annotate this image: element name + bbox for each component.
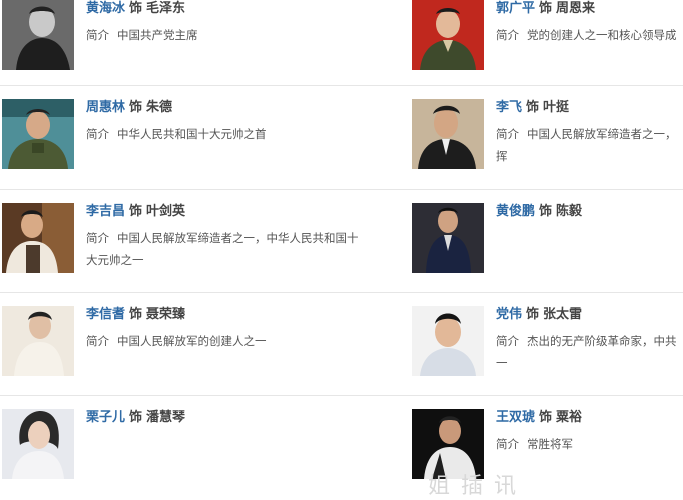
as-label: 饰	[129, 307, 143, 322]
intro-label: 简介	[496, 28, 519, 42]
cast-card[interactable]: 李吉昌饰叶剑英 简介 中国人民解放军缔造者之一，中华人民共和国十大元帅之一	[2, 189, 407, 292]
role-name: 聂荣臻	[146, 307, 186, 322]
role-name: 毛泽东	[146, 1, 186, 16]
role-name: 张太雷	[543, 307, 583, 322]
intro-text-cont: 一	[496, 356, 508, 370]
role-name: 朱德	[146, 100, 173, 115]
cast-row: 李吉昌饰叶剑英 简介 中国人民解放军缔造者之一，中华人民共和国十 大元帅之一 黄俊鹏…	[0, 189, 683, 293]
cast-card[interactable]: 黄海冰饰毛泽东 简介 中国共产党主席	[2, 0, 407, 85]
intro: 简介 中国人民解放军缔造者之一，中华人民共和国十大元帅之一	[86, 227, 407, 271]
intro-text: 中国人民解放军缔造者之一，	[527, 127, 677, 141]
actor-photo[interactable]	[2, 0, 74, 70]
intro-label: 简介	[496, 334, 519, 348]
intro: 简介 杰出的无产阶级革命家，中共一	[496, 330, 683, 374]
role-name: 周恩来	[556, 1, 596, 16]
role-name: 陈毅	[556, 204, 583, 219]
cast-row: 黄海冰饰毛泽东 简介 中国共产党主席 郭广平饰周恩来 简介 党的创建人之一和核心领导…	[0, 0, 683, 86]
actor-name[interactable]: 党伟	[496, 307, 522, 322]
actor-photo[interactable]	[2, 203, 74, 273]
actor-photo[interactable]	[2, 306, 74, 376]
as-label: 饰	[129, 410, 143, 425]
intro-text: 中国共产党主席	[117, 28, 198, 42]
as-label: 饰	[129, 204, 143, 219]
actor-photo[interactable]	[2, 99, 74, 169]
intro-text: 中国人民解放军缔造者之一，中华人民共和国十	[117, 231, 359, 245]
as-label: 饰	[539, 1, 553, 16]
intro: 简介 中国人民解放军缔造者之一， 挥	[496, 123, 683, 167]
actor-photo[interactable]	[412, 0, 484, 70]
intro-label: 简介	[86, 231, 109, 245]
intro-label: 简介	[86, 334, 109, 348]
cast-card[interactable]: 李信耆饰聂荣臻 简介 中国人民解放军的创建人之一	[2, 292, 407, 395]
intro: 简介 中国共产党主席	[86, 24, 407, 46]
watermark: 姐 插 讯	[428, 474, 518, 499]
intro: 简介 党的创建人之一和核心领导成	[496, 24, 683, 46]
as-label: 饰	[539, 204, 553, 219]
intro-label: 简介	[86, 28, 109, 42]
intro-text: 中华人民共和国十大元帅之首	[117, 127, 267, 141]
role-name: 叶剑英	[146, 204, 186, 219]
cast-card[interactable]: 郭广平饰周恩来 简介 党的创建人之一和核心领导成	[412, 0, 683, 85]
intro: 简介 常胜将军	[496, 433, 683, 455]
cast-card[interactable]: 栗子儿饰潘慧琴	[2, 395, 407, 498]
actor-name[interactable]: 李吉昌	[86, 204, 125, 219]
intro-text-cont: 挥	[496, 149, 508, 163]
cast-card[interactable]: 党伟饰张太雷 简介 杰出的无产阶级革命家，中共一	[412, 292, 683, 395]
actor-name[interactable]: 黄俊鹏	[496, 204, 535, 219]
actor-name[interactable]: 李飞	[496, 100, 522, 115]
cast-card[interactable]: 周惠林饰朱德 简介 中华人民共和国十大元帅之首	[2, 86, 407, 189]
cast-grid: 黄海冰饰毛泽东 简介 中国共产党主席 郭广平饰周恩来 简介 党的创建人之一和核心领导…	[0, 0, 683, 499]
actor-name[interactable]: 李信耆	[86, 307, 125, 322]
actor-photo[interactable]	[412, 306, 484, 376]
intro: 简介 中华人民共和国十大元帅之首	[86, 123, 407, 145]
cast-card[interactable]: 黄俊鹏饰陈毅	[412, 189, 683, 292]
intro-label: 简介	[496, 127, 519, 141]
intro-text: 中国人民解放军的创建人之一	[117, 334, 267, 348]
as-label: 饰	[526, 100, 540, 115]
cast-row: 李信耆饰聂荣臻 简介 中国人民解放军的创建人之一 党伟饰张太雷 简介 杰出的无产阶级…	[0, 292, 683, 396]
cast-row: 栗子儿饰潘慧琴 王双琥饰粟裕 简介 常胜将军	[0, 395, 683, 498]
actor-name[interactable]: 郭广平	[496, 1, 535, 16]
as-label: 饰	[526, 307, 540, 322]
as-label: 饰	[539, 410, 553, 425]
intro-text-cont: 大元帅之一	[86, 253, 144, 267]
intro-text: 常胜将军	[527, 437, 573, 451]
actor-photo[interactable]	[2, 409, 74, 479]
intro-label: 简介	[86, 127, 109, 141]
actor-name[interactable]: 栗子儿	[86, 410, 125, 425]
actor-photo[interactable]	[412, 203, 484, 273]
intro: 简介 中国人民解放军的创建人之一	[86, 330, 407, 352]
cast-card[interactable]: 李飞饰叶挺 简介 中国人民解放军缔造者之一， 挥	[412, 86, 683, 189]
as-label: 饰	[129, 1, 143, 16]
actor-photo[interactable]	[412, 99, 484, 169]
role-name: 粟裕	[556, 410, 583, 425]
intro-label: 简介	[496, 437, 519, 451]
role-name: 潘慧琴	[146, 410, 186, 425]
intro-text: 党的创建人之一和核心领导成	[527, 28, 677, 42]
intro-text: 杰出的无产阶级革命家，中共	[527, 334, 677, 348]
role-name: 叶挺	[543, 100, 570, 115]
cast-row: 周惠林饰朱德 简介 中华人民共和国十大元帅之首 李飞饰叶挺 简介 中国人民解放军缔造…	[0, 86, 683, 190]
actor-name[interactable]: 周惠林	[86, 100, 125, 115]
as-label: 饰	[129, 100, 143, 115]
actor-name[interactable]: 王双琥	[496, 410, 535, 425]
actor-name[interactable]: 黄海冰	[86, 1, 125, 16]
